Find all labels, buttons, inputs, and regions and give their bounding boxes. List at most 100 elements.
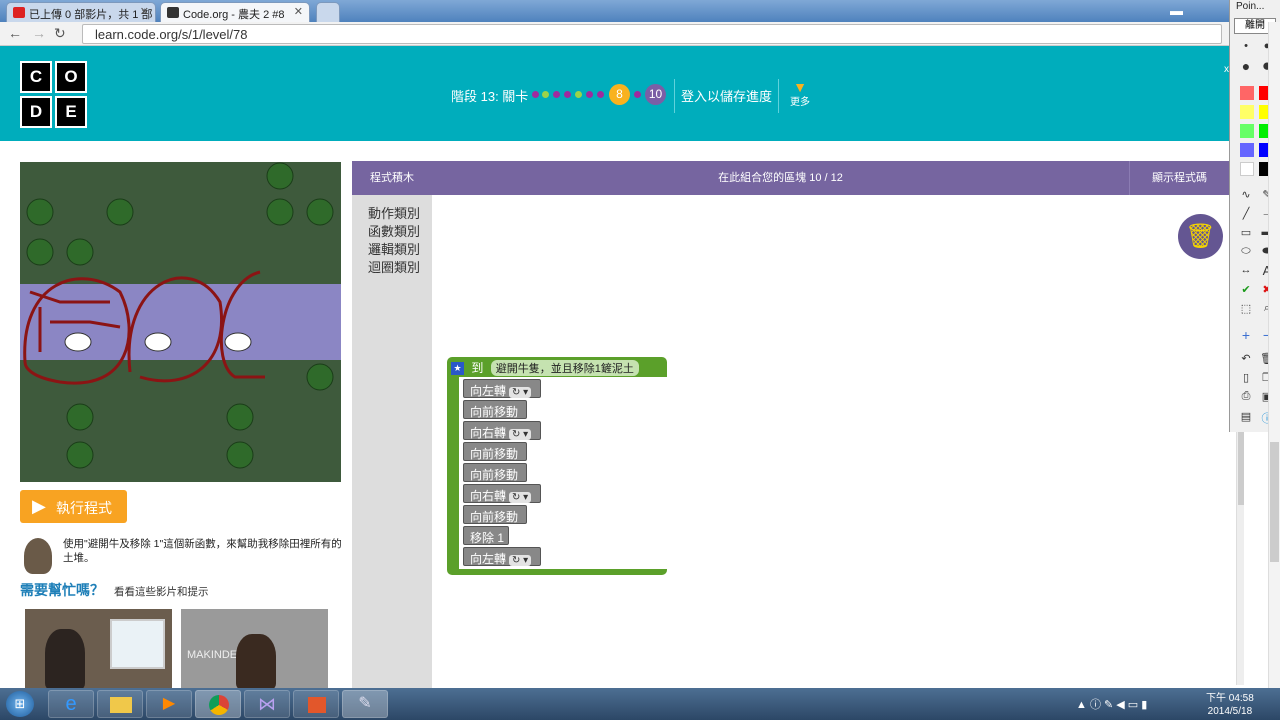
avatar-icon <box>24 538 52 574</box>
toolbox-header: 程式積木 <box>352 161 432 195</box>
category-actions[interactable]: 動作類別 <box>368 203 420 222</box>
color-swatch[interactable] <box>1240 162 1254 176</box>
help-video-thumbnail[interactable] <box>25 609 172 689</box>
new-page-icon[interactable]: ▯ <box>1237 371 1255 384</box>
back-icon[interactable]: ← <box>8 25 22 41</box>
browser-toolbar: ← → ↻ learn.code.org/s/1/level/78 <box>0 22 1280 46</box>
move-forward-block[interactable]: 向前移動 <box>463 442 527 461</box>
game-canvas[interactable] <box>20 162 341 482</box>
reload-icon[interactable]: ↻ <box>54 25 66 42</box>
direction-dropdown[interactable]: ↻ ▾ <box>509 555 532 566</box>
app-taskbar-icon[interactable]: ⋈ <box>244 690 290 718</box>
line-icon[interactable]: ╱ <box>1237 207 1255 220</box>
function-body: 向左轉 ↻ ▾ 向前移動 向右轉 ↻ ▾ 向前移動 向前移動 向右轉 ↻ ▾ 向前移動… <box>459 377 667 569</box>
move-forward-block[interactable]: 向前移動 <box>463 463 527 482</box>
move-forward-block[interactable]: 向前移動 <box>463 400 527 419</box>
level-dot[interactable] <box>575 91 582 98</box>
powerpoint-taskbar-icon[interactable] <box>293 690 339 718</box>
zoom-in-icon[interactable]: + <box>1237 327 1255 343</box>
page-scrollbar[interactable] <box>1268 22 1280 688</box>
media-player-taskbar-icon[interactable]: ▶ <box>146 690 192 718</box>
chrome-taskbar-icon[interactable] <box>195 690 241 718</box>
turn-left-block[interactable]: 向左轉 ↻ ▾ <box>463 379 541 398</box>
print-icon[interactable]: ⎙ <box>1237 390 1255 403</box>
double-arrow-icon[interactable]: ↔ <box>1237 264 1255 276</box>
start-button-icon[interactable]: ⊞ <box>6 691 34 717</box>
direction-dropdown[interactable]: ↻ ▾ <box>509 492 532 503</box>
direction-dropdown[interactable]: ↻ ▾ <box>509 429 532 440</box>
signin-link[interactable]: 登入以儲存進度 <box>681 86 772 105</box>
farm-scene <box>20 162 341 469</box>
close-tab-icon[interactable]: ✕ <box>294 5 303 18</box>
header-divider <box>674 79 675 113</box>
level-dot[interactable] <box>634 91 641 98</box>
window-minimize-icon[interactable]: ▬ <box>1170 3 1183 18</box>
function-definition-block[interactable]: ★ 到 避開牛隻，並且移除1鏟泥土 向左轉 ↻ ▾ 向前移動 向右轉 ↻ ▾ 向前移… <box>447 357 667 575</box>
color-swatch[interactable] <box>1240 86 1254 100</box>
forward-icon[interactable]: → <box>32 25 46 41</box>
level-dot[interactable] <box>532 91 539 98</box>
turn-right-block[interactable]: 向右轉 ↻ ▾ <box>463 421 541 440</box>
screenshot-icon[interactable]: ▤ <box>1237 410 1255 423</box>
current-level-bubble[interactable]: 8 <box>609 84 630 105</box>
star-icon[interactable]: ★ <box>451 362 464 376</box>
tab-youtube[interactable]: 已上傳 0 部影片，共 1 部 ✕ <box>6 2 156 22</box>
logo-letter[interactable]: C <box>20 61 52 93</box>
help-video-thumbnail[interactable]: MAKINDE <box>181 609 328 689</box>
close-tab-icon[interactable]: ✕ <box>140 5 149 18</box>
logo-letter[interactable]: D <box>20 96 52 128</box>
block-label: 向右轉 <box>470 426 507 440</box>
category-functions[interactable]: 函數類別 <box>368 221 420 240</box>
new-tab-button[interactable] <box>316 2 340 22</box>
code-org-icon <box>167 7 179 18</box>
level-dot[interactable] <box>564 91 571 98</box>
undo-icon[interactable]: ↶ <box>1237 352 1255 365</box>
tray-icons[interactable]: ▲ ⓘ ✎ ◀ ▭ ▮ <box>1076 696 1147 712</box>
trash-icon[interactable]: 🗑 <box>1178 214 1223 259</box>
tab-code-org[interactable]: Code.org - 農夫 2 #8 ✕ <box>160 2 310 22</box>
run-button[interactable]: ▶ 執行程式 <box>20 490 127 523</box>
color-swatch[interactable] <box>1240 143 1254 157</box>
block-label: 向前移動 <box>470 405 519 419</box>
block-label: 移除 1 <box>470 531 505 545</box>
ie-taskbar-icon[interactable]: e <box>48 690 94 718</box>
color-swatch[interactable] <box>1240 124 1254 138</box>
category-loops[interactable]: 迴圈類別 <box>368 257 420 276</box>
turn-right-block[interactable]: 向右轉 ↻ ▾ <box>463 484 541 503</box>
tab-title: Code.org - 農夫 2 #8 <box>183 9 285 21</box>
logo-letter[interactable]: O <box>55 61 87 93</box>
remove-dirt-block[interactable]: 移除 1 <box>463 526 509 545</box>
level-dot[interactable] <box>597 91 604 98</box>
last-level-bubble[interactable]: 10 <box>645 84 666 105</box>
move-forward-block[interactable]: 向前移動 <box>463 505 527 524</box>
ellipse-icon[interactable]: ⬭ <box>1237 245 1255 258</box>
function-name-field[interactable]: 避開牛隻，並且移除1鏟泥土 <box>490 360 639 376</box>
turn-left-block[interactable]: 向左轉 ↻ ▾ <box>463 547 541 566</box>
windows-taskbar: ⊞ e ▶ ⋈ ✎ ▲ ⓘ ✎ ◀ ▭ ▮ <box>0 688 1280 720</box>
help-subtitle: 看看這些影片和提示 <box>114 586 209 598</box>
tab-title: 已上傳 0 部影片，共 1 部 <box>29 9 153 21</box>
large-dot-icon[interactable]: ● <box>1237 58 1255 74</box>
address-bar[interactable]: learn.code.org/s/1/level/78 <box>82 24 1222 44</box>
check-icon[interactable]: ✔ <box>1237 283 1255 296</box>
small-dot-icon[interactable]: • <box>1237 40 1255 52</box>
youtube-icon <box>13 7 25 18</box>
select-region-icon[interactable]: ⬚ <box>1237 302 1255 315</box>
block-label: 向左轉 <box>470 384 507 398</box>
color-swatch[interactable] <box>1240 105 1254 119</box>
level-dot[interactable] <box>553 91 560 98</box>
more-button[interactable]: ▼ 更多 <box>790 80 810 108</box>
taskbar-clock[interactable]: 下午 04:58 2014/5/18 <box>1206 692 1254 718</box>
level-dot[interactable] <box>542 91 549 98</box>
pointer-tool-taskbar-icon[interactable]: ✎ <box>342 690 388 718</box>
show-code-button[interactable]: 顯示程式碼 <box>1129 161 1229 195</box>
category-logic[interactable]: 邏輯類別 <box>368 239 420 258</box>
freehand-icon[interactable]: ∿ <box>1237 188 1255 201</box>
rectangle-icon[interactable]: ▭ <box>1237 226 1255 239</box>
page-scroll-thumb[interactable] <box>1270 442 1279 562</box>
explorer-taskbar-icon[interactable] <box>97 690 143 718</box>
direction-dropdown[interactable]: ↻ ▾ <box>509 387 532 398</box>
logo-letter[interactable]: E <box>55 96 87 128</box>
level-dot[interactable] <box>586 91 593 98</box>
block-label: 向左轉 <box>470 552 507 566</box>
